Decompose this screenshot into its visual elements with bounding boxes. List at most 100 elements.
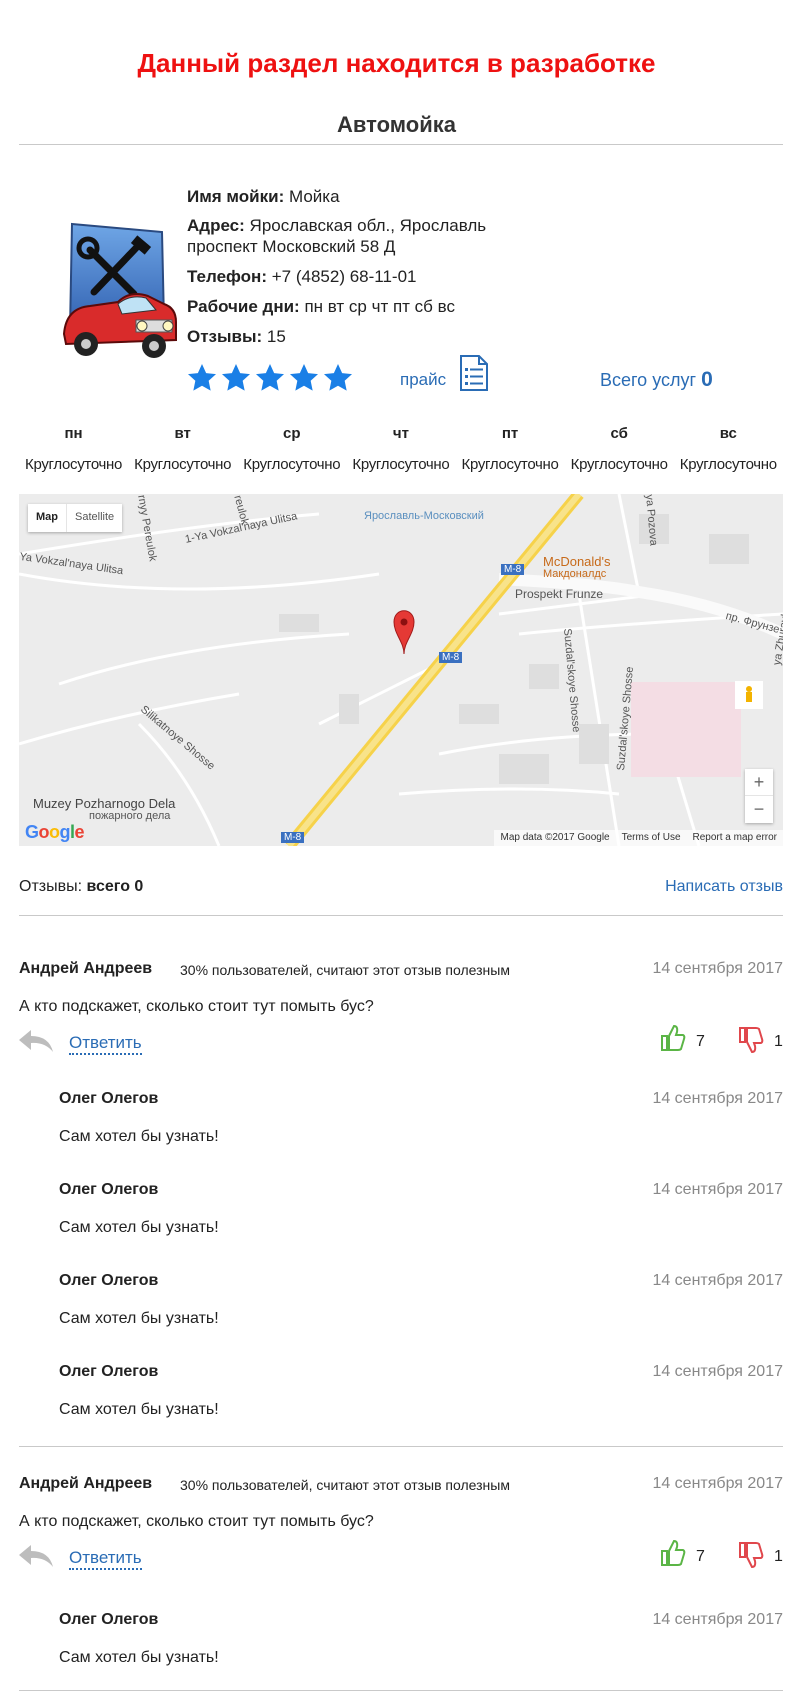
- reply-text: Сам хотел бы узнать!: [59, 1649, 219, 1666]
- reply-arrow-icon[interactable]: [17, 1543, 55, 1569]
- schedule-day: вс Круглосуточно: [674, 420, 783, 473]
- schedule-day: ср Круглосуточно: [237, 420, 346, 473]
- google-logo: Google: [25, 822, 85, 842]
- dislike-count: 1: [774, 1548, 783, 1565]
- reply-date: 14 сентября 2017: [652, 1090, 783, 1107]
- map-label-mcdonalds-ru: Макдоналдс: [543, 568, 607, 580]
- day-hours: Круглосуточно: [134, 456, 232, 473]
- reviews-count: 15: [266, 327, 286, 346]
- rating-stars: [186, 362, 354, 394]
- zoom-control[interactable]: + −: [745, 769, 773, 823]
- review-author: Андрей Андреев: [19, 1475, 153, 1492]
- map-data-credit: Map data ©2017 Google: [500, 832, 610, 843]
- divider: [19, 144, 783, 145]
- wash-name-row: Имя мойки: Мойка: [187, 186, 340, 207]
- wash-name: Мойка: [288, 187, 340, 206]
- price-list-icon[interactable]: [459, 354, 489, 392]
- phone-number[interactable]: +7 (4852) 68-11-01: [272, 267, 417, 286]
- review-usefulness: 30% пользователей, считают этот отзыв по…: [180, 962, 510, 978]
- phone-row: Телефон: +7 (4852) 68-11-01: [187, 266, 417, 287]
- reply-date: 14 сентября 2017: [652, 1363, 783, 1380]
- day-hours: Круглосуточно: [25, 456, 123, 473]
- reply-arrow-icon[interactable]: [17, 1028, 55, 1054]
- map-label-mcdonalds: McDonald's: [543, 554, 611, 569]
- map-label-m8: M-8: [501, 564, 525, 575]
- review-text: А кто подскажет, сколько стоит тут помыт…: [19, 1513, 374, 1530]
- page-title: Автомойка: [337, 112, 456, 137]
- map-type-satellite[interactable]: Satellite: [66, 504, 122, 532]
- day-name: ср: [283, 425, 301, 442]
- development-notice: Данный раздел находится в разработке: [137, 48, 656, 78]
- map-label-muzey: Muzey Pozharnogo Dela: [33, 796, 176, 811]
- map[interactable]: Map Satellite Ярославль-Московский McDon…: [19, 494, 783, 846]
- day-hours: Круглосуточно: [570, 456, 668, 473]
- reply-date: 14 сентября 2017: [652, 1181, 783, 1198]
- star-icon: [188, 364, 216, 391]
- review-text: А кто подскажет, сколько стоит тут помыт…: [19, 998, 374, 1015]
- map-pin[interactable]: [393, 610, 415, 655]
- map-type-map[interactable]: Map: [28, 504, 66, 532]
- day-hours: Круглосуточно: [461, 456, 559, 473]
- reply-author: Олег Олегов: [59, 1363, 159, 1380]
- reply-text: Сам хотел бы узнать!: [59, 1310, 219, 1327]
- map-label-muzey-ru: пожарного дела: [89, 810, 171, 822]
- star-icon: [290, 364, 318, 391]
- reply-text: Сам хотел бы узнать!: [59, 1219, 219, 1236]
- day-name: чт: [392, 425, 409, 442]
- star-icon: [222, 364, 250, 391]
- schedule-day: пт Круглосуточно: [456, 420, 565, 473]
- address-row: Адрес: Ярославская обл., Ярославль просп…: [187, 215, 486, 257]
- map-terms-link[interactable]: Terms of Use: [622, 832, 681, 844]
- schedule-day: вт Круглосуточно: [128, 420, 237, 473]
- thumbs-down-icon[interactable]: [738, 1026, 764, 1054]
- zoom-in-button[interactable]: +: [745, 769, 773, 795]
- thumbs-up-icon[interactable]: [660, 1024, 686, 1052]
- write-review-link[interactable]: Написать отзыв: [665, 878, 783, 896]
- star-icon: [324, 364, 352, 391]
- day-hours: Круглосуточно: [243, 456, 341, 473]
- price-link[interactable]: прайс: [400, 370, 446, 390]
- address-label: Адрес:: [187, 216, 245, 235]
- review-date: 14 сентября 2017: [652, 960, 783, 977]
- address-line1: Ярославская обл., Ярославль: [249, 216, 487, 235]
- reply-date: 14 сентября 2017: [652, 1611, 783, 1628]
- day-hours: Круглосуточно: [679, 456, 777, 473]
- reply-text: Сам хотел бы узнать!: [59, 1128, 219, 1145]
- like-count: 7: [696, 1033, 705, 1050]
- day-hours: Круглосуточно: [352, 456, 450, 473]
- divider: [19, 1690, 783, 1691]
- working-days-label: Рабочие дни:: [187, 297, 300, 316]
- day-name: пн: [64, 425, 83, 442]
- schedule-day: чт Круглосуточно: [346, 420, 455, 473]
- zoom-out-button[interactable]: −: [745, 795, 773, 822]
- reply-link[interactable]: Ответить: [69, 1033, 142, 1055]
- working-days: пн вт ср чт пт сб вс: [304, 297, 455, 316]
- schedule: пн Круглосуточно вт Круглосуточно ср Кругло…: [19, 420, 783, 473]
- working-days-row: Рабочие дни: пн вт ср чт пт сб вс: [187, 296, 455, 317]
- map-label-m8: M-8: [439, 652, 463, 663]
- phone-label: Телефон:: [187, 267, 267, 286]
- thumbs-up-icon[interactable]: [660, 1539, 686, 1567]
- schedule-day: сб Круглосуточно: [565, 420, 674, 473]
- review-date: 14 сентября 2017: [652, 1475, 783, 1492]
- reply-author: Олег Олегов: [59, 1090, 159, 1107]
- thumbs-down-icon[interactable]: [738, 1541, 764, 1569]
- map-type-toggle[interactable]: Map Satellite: [28, 504, 123, 532]
- day-name: вс: [719, 425, 737, 442]
- map-footer: Map data ©2017 Google Terms of Use Repor…: [494, 830, 783, 846]
- review-author: Андрей Андреев: [19, 960, 153, 977]
- divider: [19, 1446, 783, 1447]
- reviews-label: Отзывы:: [19, 878, 83, 895]
- wash-name-label: Имя мойки:: [187, 187, 285, 206]
- day-name: пт: [501, 425, 519, 442]
- map-canvas[interactable]: [19, 494, 783, 846]
- services-label: Всего услуг: [600, 370, 697, 390]
- review-usefulness: 30% пользователей, считают этот отзыв по…: [180, 1477, 510, 1493]
- reply-author: Олег Олегов: [59, 1181, 159, 1198]
- reply-link[interactable]: Ответить: [69, 1548, 142, 1570]
- like-count: 7: [696, 1548, 705, 1565]
- services-count[interactable]: Всего услуг 0: [600, 368, 713, 392]
- map-label-prospekt-frunze: Prospekt Frunze: [515, 587, 604, 601]
- map-report-link[interactable]: Report a map error: [693, 832, 777, 844]
- reviews-count-row: Отзывы: 15: [187, 326, 286, 347]
